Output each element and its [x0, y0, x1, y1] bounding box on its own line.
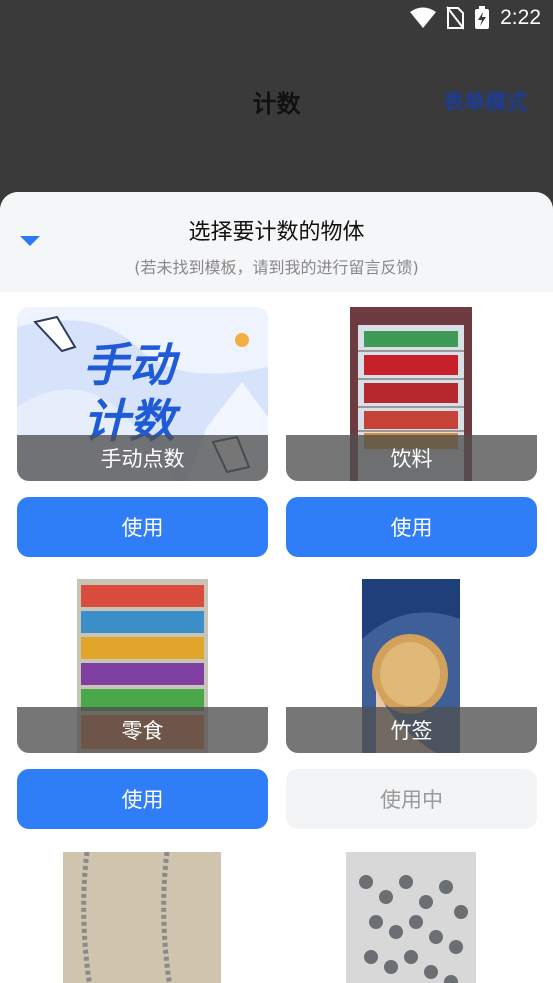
template-thumb[interactable]: 饮料 — [286, 307, 537, 481]
template-label: 饮料 — [286, 435, 537, 481]
sheet-subtitle: (若未找到模板，请到我的进行留言反馈) — [134, 258, 419, 277]
battery-charging-icon — [475, 6, 490, 29]
template-thumb[interactable]: 零食 — [17, 579, 268, 753]
template-card-balls — [286, 852, 537, 983]
form-mode-button[interactable]: 表单模式 — [443, 86, 527, 116]
use-button-drinks[interactable]: 使用 — [286, 497, 537, 557]
status-time: 2:22 — [500, 6, 541, 29]
template-label: 零食 — [17, 707, 268, 753]
sheet-header: 选择要计数的物体 (若未找到模板，请到我的进行留言反馈) — [0, 192, 553, 292]
status-bar: 2:22 — [0, 0, 553, 38]
template-picker-sheet: 选择要计数的物体 (若未找到模板，请到我的进行留言反馈) 手动 计数 手动点数 — [0, 192, 553, 983]
template-thumb[interactable]: 竹签 — [286, 579, 537, 753]
wifi-icon — [410, 7, 437, 28]
template-label: 手动点数 — [17, 435, 268, 481]
template-thumb[interactable] — [17, 852, 268, 983]
status-icons: 2:22 — [410, 6, 541, 30]
template-card-necklace — [17, 852, 268, 983]
thumb-text-1: 手动 — [83, 338, 181, 392]
no-sim-icon — [446, 6, 465, 30]
template-card-snacks: 零食 使用 — [17, 579, 268, 829]
template-thumb[interactable] — [286, 852, 537, 983]
use-button-snacks[interactable]: 使用 — [17, 769, 268, 829]
use-button-manual[interactable]: 使用 — [17, 497, 268, 557]
template-label: 竹签 — [286, 707, 537, 753]
template-card-drinks: 饮料 使用 — [286, 307, 537, 557]
in-use-button-bamboo[interactable]: 使用中 — [286, 769, 537, 829]
necklace-image — [17, 852, 268, 983]
template-card-manual: 手动 计数 手动点数 使用 — [17, 307, 268, 557]
app-bar: 计数 表单模式 — [0, 60, 553, 142]
template-thumb[interactable]: 手动 计数 手动点数 — [17, 307, 268, 481]
template-card-bamboo: 竹签 使用中 — [286, 579, 537, 829]
sheet-title: 选择要计数的物体 — [188, 220, 365, 245]
steel-balls-image — [286, 852, 537, 983]
